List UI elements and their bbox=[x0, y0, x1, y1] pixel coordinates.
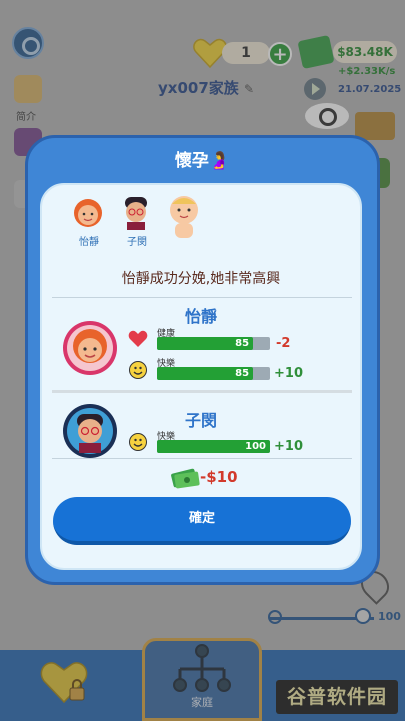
story-text: 怡靜成功分娩,她非常高興 bbox=[121, 271, 281, 287]
cash-icon bbox=[171, 468, 200, 489]
happiness-bar-fill-2: 100 bbox=[157, 440, 270, 453]
dialog-title: 懷孕🤰 bbox=[174, 151, 231, 171]
happiness-bar-2: 100 bbox=[157, 440, 270, 453]
happiness-bar: 85 bbox=[157, 367, 270, 380]
health-bar-fill: 85 bbox=[157, 337, 254, 350]
divider bbox=[52, 390, 352, 393]
member-name-2: 子閔 bbox=[127, 237, 147, 248]
avatar-baby-small bbox=[170, 196, 198, 238]
health-value: 85 bbox=[235, 338, 250, 349]
smile-icon bbox=[129, 361, 147, 379]
divider bbox=[52, 297, 352, 298]
heart-icon bbox=[128, 330, 148, 347]
happiness-value-2: 100 bbox=[245, 441, 266, 452]
avatar-zimin bbox=[63, 404, 117, 458]
happiness-value: 85 bbox=[235, 368, 250, 379]
health-bar: 85 bbox=[157, 337, 270, 350]
health-delta: -2 bbox=[276, 336, 291, 351]
confirm-button[interactable]: 確定 bbox=[53, 497, 351, 545]
smile-icon bbox=[129, 433, 147, 451]
happiness-bar-fill: 85 bbox=[157, 367, 254, 380]
cost-amount: -$10 bbox=[200, 468, 238, 486]
happiness-delta: +10 bbox=[274, 366, 303, 381]
avatar-yijing bbox=[63, 321, 117, 375]
avatar-yijing-small bbox=[74, 199, 102, 227]
divider bbox=[52, 458, 352, 459]
member-name-1: 怡靜 bbox=[79, 237, 99, 248]
avatar-zimin-small bbox=[125, 197, 147, 230]
happiness-delta-2: +10 bbox=[274, 439, 303, 454]
